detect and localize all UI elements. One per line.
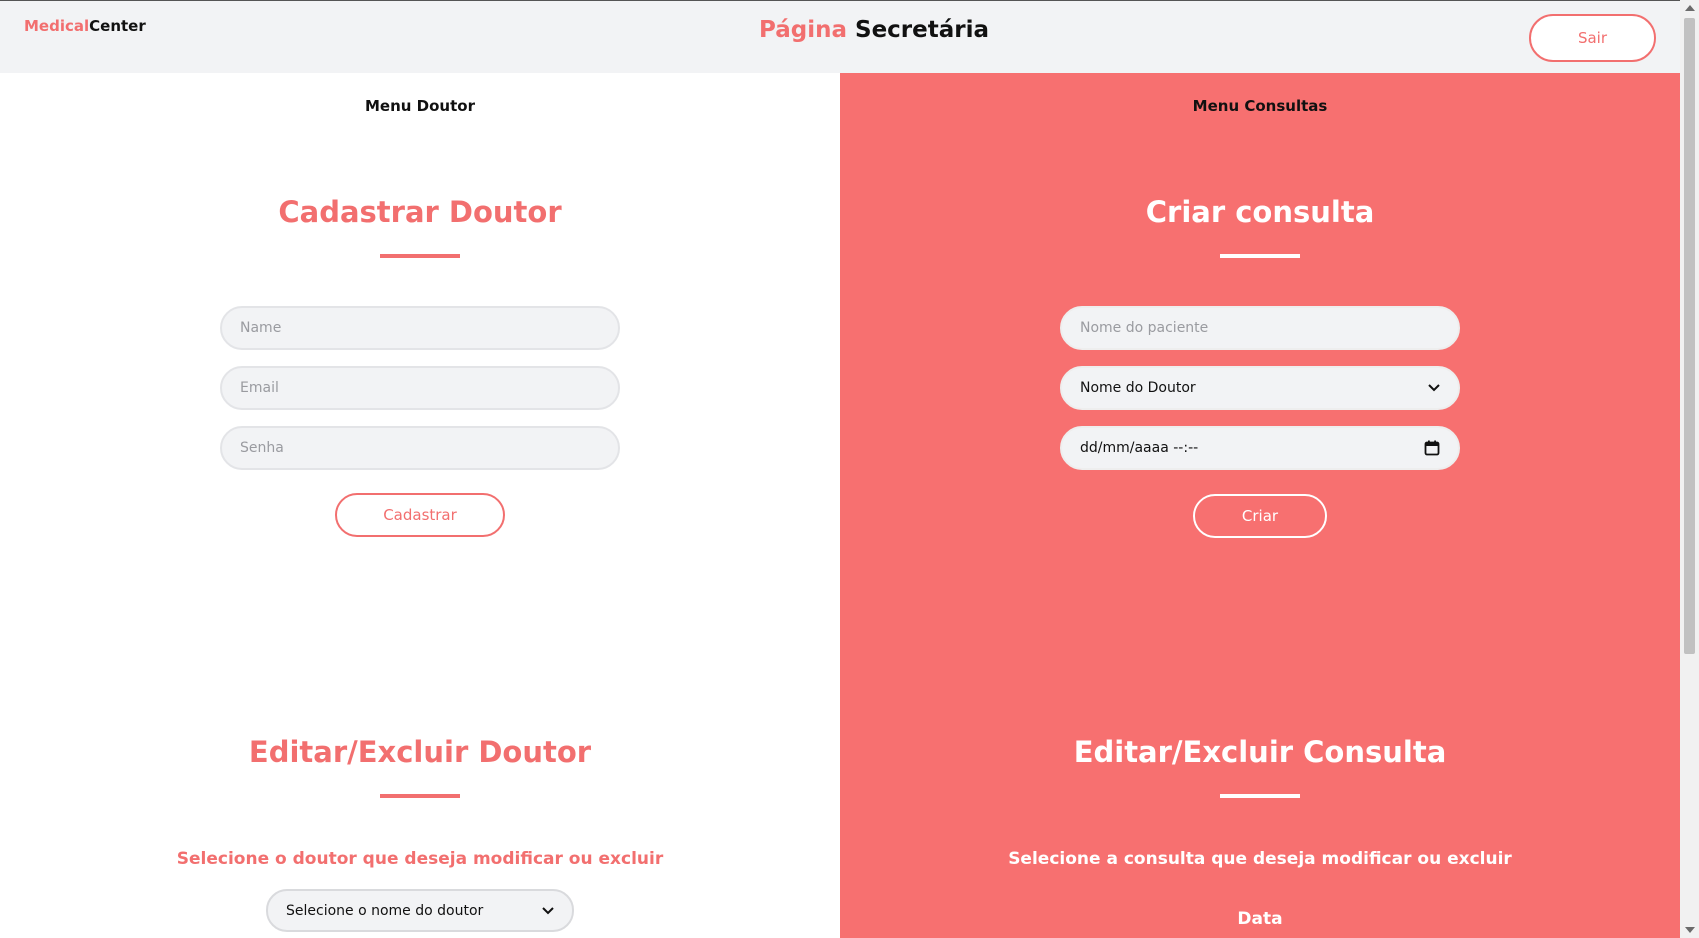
edit-appointment-underline [1220,794,1300,798]
page-title-part1: Página [758,17,847,43]
edit-appointment-title: Editar/Excluir Consulta [1073,735,1447,769]
page-scrollbar[interactable] [1680,0,1699,938]
patient-name-placeholder: Nome do paciente [1080,320,1209,336]
edit-doctor-underline [380,794,460,798]
edit-appointment-subtitle: Selecione a consulta que deseja modifica… [1008,849,1512,869]
appointment-doctor-select[interactable]: Nome do Doutor [1060,366,1460,410]
edit-doctor-title: Editar/Excluir Doutor [248,735,592,769]
edit-doctor-subtitle: Selecione o doutor que deseja modificar … [176,849,664,869]
page-title: Página Secretária [0,17,1699,43]
scroll-up-arrow-icon[interactable] [1685,5,1695,11]
patient-name-input[interactable]: Nome do paciente [1060,306,1460,350]
appointment-datetime-input[interactable]: dd/mm/aaaa --:-- [1060,426,1460,470]
create-appointment-title: Criar consulta [1145,195,1375,229]
appointment-doctor-select-value: Nome do Doutor [1080,380,1196,396]
appointments-menu-panel: Menu Consultas Criar consulta Nome do pa… [840,73,1680,938]
doctor-menu-panel: Menu Doutor Cadastrar Doutor Name Email … [0,73,840,938]
create-appointment-underline [1220,254,1300,258]
logout-button[interactable]: Sair [1529,14,1656,62]
scroll-down-arrow-icon[interactable] [1685,927,1695,933]
chevron-down-icon [1428,384,1440,392]
create-appointment-button[interactable]: Criar [1193,494,1327,538]
register-doctor-title: Cadastrar Doutor [278,195,562,229]
date-label: Data [1237,909,1283,929]
page-title-part2: Secretária [855,17,990,43]
doctor-password-input[interactable]: Senha [220,426,620,470]
doctor-email-input[interactable]: Email [220,366,620,410]
doctor-name-placeholder: Name [240,320,282,336]
top-header: MedicalCenter Página Secretária Sair [0,0,1680,73]
doctor-menu-label: Menu Doutor [365,97,475,115]
doctor-select[interactable]: Selecione o nome do doutor [266,889,574,932]
appointments-menu-label: Menu Consultas [1192,97,1328,115]
register-doctor-underline [380,254,460,258]
scroll-thumb[interactable] [1684,18,1695,654]
appointment-datetime-value: dd/mm/aaaa --:-- [1080,440,1199,456]
doctor-name-input[interactable]: Name [220,306,620,350]
doctor-password-placeholder: Senha [240,440,284,456]
calendar-icon[interactable] [1424,440,1440,456]
register-doctor-button[interactable]: Cadastrar [335,493,505,537]
doctor-select-value: Selecione o nome do doutor [286,902,484,919]
chevron-down-icon [542,906,554,914]
doctor-email-placeholder: Email [240,380,279,396]
